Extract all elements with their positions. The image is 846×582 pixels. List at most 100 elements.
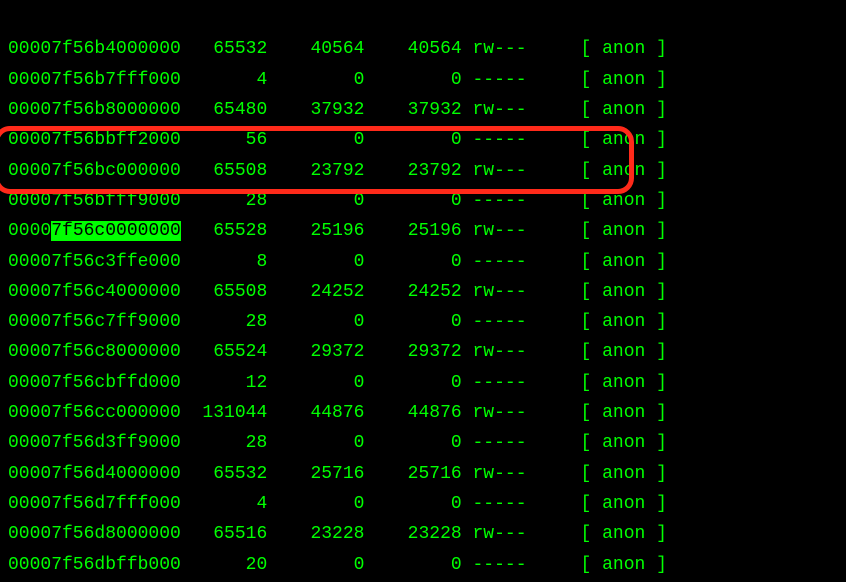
col-rss: 0 [267,70,364,90]
col-rss: 0 [267,191,364,211]
pmap-row: 00007f56c3ffe000 8 0 0 ----- [ anon ] [8,247,838,277]
col-address: 00007f56b4000000 [8,39,181,59]
col-dirty: 37932 [364,100,461,120]
pmap-row: 00007f56cbffd000 12 0 0 ----- [ anon ] [8,368,838,398]
col-mapping: [ anon ] [581,342,667,362]
col-gap [527,252,581,272]
pmap-row: 00007f56c8000000 65524 29372 29372 rw---… [8,337,838,367]
col-address: 00007f56d7fff000 [8,494,181,514]
col-mode: ----- [462,555,527,575]
col-mapping: [ anon ] [581,494,667,514]
col-rss: 0 [267,130,364,150]
text-selection: 7f56c0000000 [51,221,181,241]
col-gap [527,494,581,514]
col-mode: ----- [462,70,527,90]
col-gap [527,191,581,211]
terminal-output: 00007f56b4000000 65532 40564 40564 rw---… [0,0,846,582]
col-mapping: [ anon ] [581,464,667,484]
col-mapping: [ anon ] [581,403,667,423]
col-kbytes: 65508 [181,161,267,181]
col-dirty: 0 [364,312,461,332]
col-gap [527,161,581,181]
col-mapping: [ anon ] [581,555,667,575]
pmap-row: 00007f56dbffb000 20 0 0 ----- [ anon ] [8,550,838,580]
col-mode: rw--- [462,100,527,120]
col-mode: rw--- [462,464,527,484]
col-rss: 23228 [267,524,364,544]
col-rss: 37932 [267,100,364,120]
col-gap [527,464,581,484]
col-kbytes: 65516 [181,524,267,544]
pmap-row: 00007f56d4000000 65532 25716 25716 rw---… [8,459,838,489]
col-gap [527,221,581,241]
col-mapping: [ anon ] [581,252,667,272]
col-dirty: 0 [364,433,461,453]
col-dirty: 23792 [364,161,461,181]
col-address: 00007f56cbffd000 [8,373,181,393]
col-dirty: 24252 [364,282,461,302]
col-kbytes: 28 [181,191,267,211]
col-mapping: [ anon ] [581,70,667,90]
col-gap [527,100,581,120]
col-mode: ----- [462,494,527,514]
col-rss: 23792 [267,161,364,181]
col-rss: 0 [267,373,364,393]
col-address: 00007f56c4000000 [8,282,181,302]
col-mode: rw--- [462,342,527,362]
col-kbytes: 65524 [181,342,267,362]
col-rss: 0 [267,555,364,575]
col-dirty: 0 [364,191,461,211]
col-mode: ----- [462,433,527,453]
col-dirty: 0 [364,130,461,150]
col-kbytes: 28 [181,312,267,332]
col-dirty: 0 [364,252,461,272]
col-dirty: 0 [364,555,461,575]
col-mapping: [ anon ] [581,373,667,393]
col-kbytes: 65508 [181,282,267,302]
col-address: 00007f56d3ff9000 [8,433,181,453]
col-kbytes: 131044 [181,403,267,423]
col-mapping: [ anon ] [581,433,667,453]
col-mapping: [ anon ] [581,282,667,302]
col-kbytes: 20 [181,555,267,575]
col-address: 00007f56cc000000 [8,403,181,423]
col-address: 00007f56dbffb000 [8,555,181,575]
pmap-row: 00007f56c7ff9000 28 0 0 ----- [ anon ] [8,307,838,337]
col-dirty: 40564 [364,39,461,59]
col-address: 00007f56c7ff9000 [8,312,181,332]
col-rss: 0 [267,433,364,453]
col-gap [527,373,581,393]
col-mode: ----- [462,191,527,211]
col-mode: rw--- [462,221,527,241]
col-mode: ----- [462,252,527,272]
pmap-row: 00007f56bfff9000 28 0 0 ----- [ anon ] [8,186,838,216]
col-gap [527,403,581,423]
col-mapping: [ anon ] [581,100,667,120]
pmap-row: 00007f56c0000000 65528 25196 25196 rw---… [8,216,838,246]
col-rss: 0 [267,312,364,332]
col-mode: rw--- [462,403,527,423]
col-rss: 0 [267,494,364,514]
col-mode: rw--- [462,282,527,302]
col-mode: ----- [462,312,527,332]
col-kbytes: 8 [181,252,267,272]
col-rss: 24252 [267,282,364,302]
col-kbytes: 65532 [181,464,267,484]
col-kbytes: 65528 [181,221,267,241]
col-rss: 0 [267,252,364,272]
col-dirty: 0 [364,373,461,393]
pmap-row: 00007f56b8000000 65480 37932 37932 rw---… [8,95,838,125]
col-rss: 44876 [267,403,364,423]
col-kbytes: 12 [181,373,267,393]
pmap-row: 00007f56b4000000 65532 40564 40564 rw---… [8,34,838,64]
col-gap [527,130,581,150]
col-address: 00007f56bc000000 [8,161,181,181]
pmap-row: 00007f56d8000000 65516 23228 23228 rw---… [8,519,838,549]
col-mode: rw--- [462,39,527,59]
col-mode: rw--- [462,161,527,181]
col-address: 00007f56bbff2000 [8,130,181,150]
col-dirty: 25716 [364,464,461,484]
col-address: 00007f56bfff9000 [8,191,181,211]
col-kbytes: 65532 [181,39,267,59]
col-rss: 25196 [267,221,364,241]
